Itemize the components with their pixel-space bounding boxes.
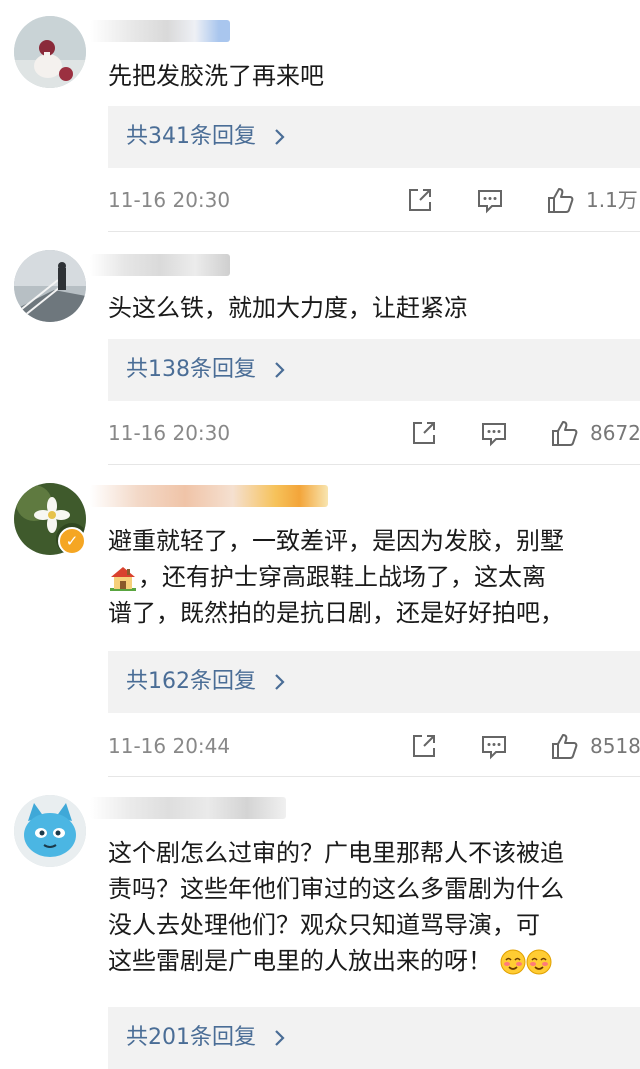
blushing-face-emoji-icon — [526, 949, 552, 975]
like-count: 8672 — [590, 421, 640, 445]
share-icon[interactable] — [410, 732, 438, 760]
chevron-right-icon — [274, 673, 286, 695]
comment-text: 避重就轻了，一致差评，是因为发胶，别墅 ，还有护士穿高跟鞋上战场了，这太离 谱了… — [108, 523, 640, 631]
comment-icon[interactable] — [480, 419, 508, 447]
like-count: 1.1万 — [586, 188, 638, 212]
comment-meta: 11-16 20:30 8672 — [108, 417, 640, 449]
comment-item: 这个剧怎么过审的？广电里那帮人不该被追 责吗？这些年他们审过的这么多雷剧为什么 … — [0, 777, 640, 1069]
verified-badge-icon: ✓ — [58, 527, 86, 555]
comment-meta: 11-16 20:30 1.1万 — [108, 184, 640, 216]
username-redacted[interactable] — [90, 485, 328, 507]
avatar[interactable] — [14, 795, 86, 867]
thumbs-up-icon[interactable] — [546, 186, 574, 214]
reply-count-label: 共341条回复 — [126, 124, 256, 149]
username-redacted[interactable] — [90, 797, 286, 819]
thumbs-up-icon[interactable] — [550, 419, 578, 447]
avatar[interactable] — [14, 250, 86, 322]
chevron-right-icon — [274, 128, 286, 150]
like-count: 8518 — [590, 734, 640, 758]
reply-count-label: 共138条回复 — [126, 357, 256, 382]
comment-line: ，还有护士穿高跟鞋上战场了，这太离 — [108, 559, 640, 595]
comment-line: 谱了，既然拍的是抗日剧，还是好好拍吧， — [108, 599, 564, 627]
comment-line: 头这么铁，就加大力度，让赶紧凉 — [108, 294, 468, 322]
blushing-face-emoji-icon — [500, 949, 526, 975]
comment-line: 没人去处理他们？观众只知道骂导演，可 — [108, 911, 540, 939]
comment-text: 先把发胶洗了再来吧 — [108, 58, 640, 94]
house-emoji-icon — [108, 564, 138, 592]
comment-icon[interactable] — [480, 732, 508, 760]
comment-item: 先把发胶洗了再来吧 共341条回复 11-16 20:30 1.1万 — [0, 0, 640, 232]
reply-count-link[interactable]: 共201条回复 — [108, 1007, 640, 1069]
comment-item: 头这么铁，就加大力度，让赶紧凉 共138条回复 11-16 20:30 8672 — [0, 232, 640, 465]
timestamp: 11-16 20:30 — [108, 188, 231, 212]
comment-line: 责吗？这些年他们审过的这么多雷剧为什么 — [108, 875, 564, 903]
reply-count-label: 共201条回复 — [126, 1025, 256, 1050]
chevron-right-icon — [274, 361, 286, 383]
comment-text: 这个剧怎么过审的？广电里那帮人不该被追 责吗？这些年他们审过的这么多雷剧为什么 … — [108, 835, 640, 979]
thumbs-up-icon[interactable] — [550, 732, 578, 760]
comment-line: 这个剧怎么过审的？广电里那帮人不该被追 — [108, 839, 564, 867]
username-redacted[interactable] — [90, 20, 230, 42]
comment-line: 避重就轻了，一致差评，是因为发胶，别墅 — [108, 527, 564, 555]
timestamp: 11-16 20:44 — [108, 734, 231, 758]
comment-meta: 11-16 20:44 8518 — [108, 730, 640, 762]
timestamp: 11-16 20:30 — [108, 421, 231, 445]
reply-count-label: 共162条回复 — [126, 669, 256, 694]
share-icon[interactable] — [406, 186, 434, 214]
reply-count-link[interactable]: 共341条回复 — [108, 106, 640, 168]
reply-count-link[interactable]: 共138条回复 — [108, 339, 640, 401]
comment-icon[interactable] — [476, 186, 504, 214]
comment-line: 这些雷剧是广电里的人放出来的呀！ — [108, 943, 640, 979]
comment-text: 头这么铁，就加大力度，让赶紧凉 — [108, 290, 640, 326]
avatar[interactable] — [14, 16, 86, 88]
reply-count-link[interactable]: 共162条回复 — [108, 651, 640, 713]
comment-item: ✓ 避重就轻了，一致差评，是因为发胶，别墅 ，还有护士穿高跟鞋上战场了，这太离 … — [0, 465, 640, 777]
share-icon[interactable] — [410, 419, 438, 447]
comment-line: 先把发胶洗了再来吧 — [108, 62, 324, 90]
chevron-right-icon — [274, 1029, 286, 1051]
username-redacted[interactable] — [90, 254, 230, 276]
